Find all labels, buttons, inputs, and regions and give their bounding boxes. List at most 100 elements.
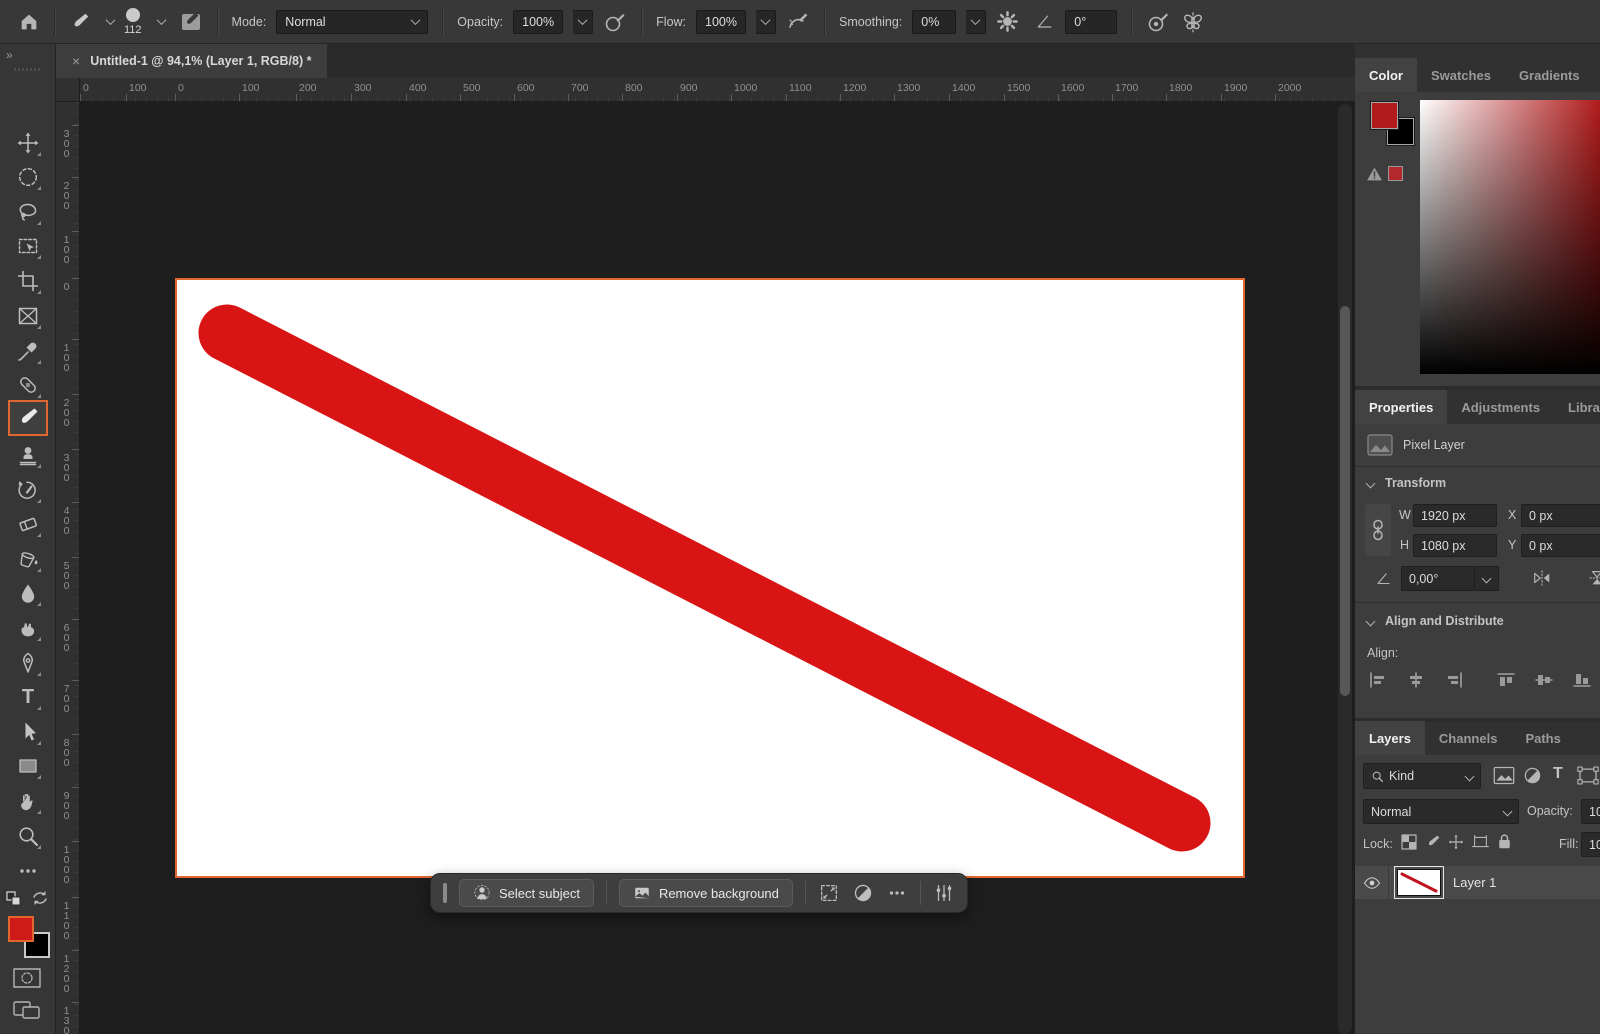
spot-healing-brush-tool[interactable] xyxy=(14,371,42,399)
chevron-down-icon[interactable] xyxy=(156,15,166,25)
quick-mask-icon[interactable] xyxy=(12,966,42,990)
opacity-field[interactable]: 100% xyxy=(513,10,563,34)
remove-background-button[interactable]: Remove background xyxy=(619,879,793,907)
elliptical-marquee-tool[interactable] xyxy=(14,163,42,191)
gamut-warning-icon[interactable] xyxy=(1366,166,1383,182)
lock-position-icon[interactable] xyxy=(1448,834,1464,850)
lock-transparency-icon[interactable] xyxy=(1401,834,1417,850)
align-middle-vertical-icon[interactable] xyxy=(1535,672,1553,688)
brush-size-picker[interactable]: 112 xyxy=(124,7,142,36)
pen-tool[interactable] xyxy=(14,649,42,677)
close-tab-icon[interactable]: × xyxy=(72,53,80,69)
mode-select[interactable]: Normal xyxy=(276,10,428,34)
taskbar-drag-handle[interactable] xyxy=(443,883,447,903)
tab-layers[interactable]: Layers xyxy=(1355,721,1425,755)
layer-filter-select[interactable]: Kind xyxy=(1363,763,1481,789)
adjustments-icon[interactable] xyxy=(852,882,874,904)
lock-pixels-brush-icon[interactable] xyxy=(1425,834,1441,850)
move-tool[interactable] xyxy=(14,129,42,157)
edit-toolbar-ellipsis-icon[interactable] xyxy=(14,857,42,885)
blend-mode-select[interactable]: Normal xyxy=(1363,799,1519,824)
y-field[interactable]: 0 px xyxy=(1521,534,1600,557)
lock-all-padlock-icon[interactable] xyxy=(1497,833,1512,850)
lasso-tool[interactable] xyxy=(14,198,42,226)
airbrush-icon[interactable] xyxy=(786,10,810,34)
flip-horizontal-icon[interactable] xyxy=(1531,568,1553,588)
eyedropper-tool[interactable] xyxy=(14,337,42,365)
toolbar-grip[interactable] xyxy=(14,68,42,71)
smoothing-field[interactable]: 0% xyxy=(912,10,956,34)
object-selection-tool[interactable] xyxy=(14,232,42,260)
eraser-tool[interactable] xyxy=(14,510,42,538)
layer-name[interactable]: Layer 1 xyxy=(1453,875,1496,890)
angle-field[interactable]: 0° xyxy=(1065,10,1117,34)
align-left-icon[interactable] xyxy=(1369,672,1387,688)
properties-sliders-icon[interactable] xyxy=(933,882,955,904)
filter-adjustment-layers-icon[interactable] xyxy=(1523,766,1542,785)
document-tab[interactable]: × Untitled-1 @ 94,1% (Layer 1, RGB/8) * xyxy=(56,44,327,78)
collapse-panel-icon[interactable]: » xyxy=(6,48,14,62)
tab-color[interactable]: Color xyxy=(1355,58,1417,92)
gamut-color-chip[interactable] xyxy=(1388,166,1403,181)
pressure-size-icon[interactable] xyxy=(1146,10,1170,34)
filter-shape-layers-icon[interactable] xyxy=(1577,766,1599,785)
paint-bucket-tool[interactable] xyxy=(14,545,42,573)
default-colors-icon[interactable] xyxy=(5,890,23,908)
saturation-brightness-field[interactable] xyxy=(1420,100,1600,374)
tab-gradients[interactable]: Gradients xyxy=(1505,58,1594,92)
tab-paths[interactable]: Paths xyxy=(1511,721,1574,755)
opacity-dropdown[interactable] xyxy=(573,10,593,34)
zoom-tool[interactable] xyxy=(14,822,42,850)
tab-adjustments[interactable]: Adjustments xyxy=(1447,390,1554,424)
select-subject-button[interactable]: Select subject xyxy=(459,879,594,907)
history-brush-tool[interactable] xyxy=(14,476,42,504)
layer-fill-field[interactable]: 100% xyxy=(1581,832,1600,857)
align-bottom-icon[interactable] xyxy=(1573,672,1591,688)
x-field[interactable]: 0 px xyxy=(1521,504,1600,527)
smudge-tool[interactable] xyxy=(14,614,42,642)
tab-libraries[interactable]: Libraries xyxy=(1554,390,1600,424)
clone-stamp-tool[interactable] xyxy=(14,441,42,469)
screen-mode-icon[interactable] xyxy=(12,998,42,1022)
canvas[interactable] xyxy=(175,278,1245,878)
brush-tool-selected[interactable] xyxy=(8,400,48,436)
blur-tool[interactable] xyxy=(14,579,42,607)
tab-properties[interactable]: Properties xyxy=(1355,390,1447,424)
crop-tool[interactable] xyxy=(14,267,42,295)
home-icon[interactable] xyxy=(18,11,40,33)
paint-symmetry-butterfly-icon[interactable] xyxy=(1180,9,1206,35)
tab-swatches[interactable]: Swatches xyxy=(1417,58,1505,92)
layer-thumbnail[interactable] xyxy=(1397,869,1441,896)
type-tool[interactable]: T xyxy=(14,683,42,711)
layer-opacity-field[interactable]: 100% xyxy=(1581,799,1600,824)
flip-vertical-icon[interactable] xyxy=(1587,568,1600,588)
align-right-icon[interactable] xyxy=(1445,672,1463,688)
brush-tool-preset-icon[interactable] xyxy=(69,11,91,33)
tab-channels[interactable]: Channels xyxy=(1425,721,1512,755)
align-top-icon[interactable] xyxy=(1497,672,1515,688)
height-field[interactable]: 1080 px xyxy=(1413,534,1497,557)
foreground-color-swatch[interactable] xyxy=(8,916,34,942)
rotation-field[interactable]: 0,00° xyxy=(1401,566,1475,591)
transform-icon[interactable] xyxy=(818,882,840,904)
chevron-down-icon[interactable] xyxy=(1366,479,1376,489)
width-field[interactable]: 1920 px xyxy=(1413,504,1497,527)
lock-artboard-icon[interactable] xyxy=(1472,834,1489,850)
rotation-dropdown[interactable] xyxy=(1475,566,1499,591)
path-selection-tool[interactable] xyxy=(14,718,42,746)
link-dimensions-icon[interactable] xyxy=(1365,504,1391,556)
brush-settings-panel-icon[interactable] xyxy=(179,10,203,34)
align-center-horizontal-icon[interactable] xyxy=(1407,672,1425,688)
chevron-down-icon[interactable] xyxy=(1366,617,1376,627)
rectangle-tool[interactable] xyxy=(14,752,42,780)
pressure-opacity-icon[interactable] xyxy=(603,10,627,34)
layer-visibility-eye-icon[interactable] xyxy=(1355,866,1389,899)
frame-tool[interactable] xyxy=(14,302,42,330)
flow-field[interactable]: 100% xyxy=(696,10,746,34)
gear-icon[interactable] xyxy=(996,10,1019,33)
flow-dropdown[interactable] xyxy=(756,10,776,34)
canvas-vertical-scrollbar-thumb[interactable] xyxy=(1340,306,1350,696)
filter-type-layers-icon[interactable]: T xyxy=(1553,766,1563,782)
filter-pixel-layers-icon[interactable] xyxy=(1493,766,1515,785)
smoothing-dropdown[interactable] xyxy=(966,10,986,34)
